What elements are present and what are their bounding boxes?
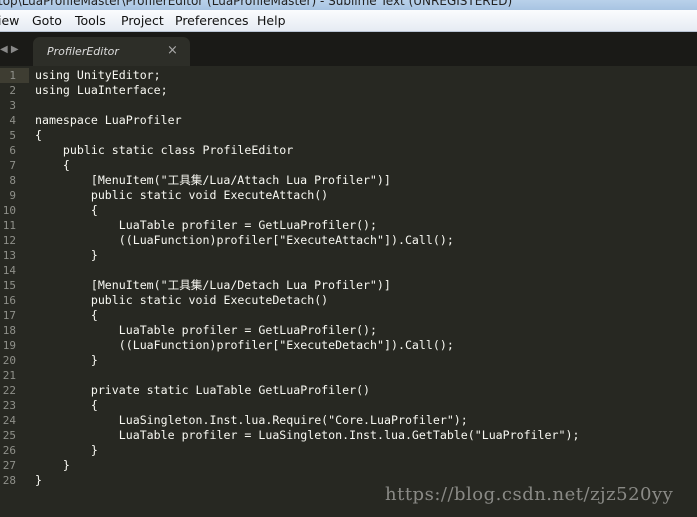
code-line[interactable]: { — [35, 203, 98, 218]
code-line[interactable]: { — [35, 308, 98, 323]
line-number: 15 — [2, 279, 16, 292]
line-number: 14 — [2, 264, 16, 277]
menu-bar: iew Goto Tools Project Preferences Help — [0, 10, 697, 32]
code-line[interactable]: public static void ExecuteDetach() — [35, 293, 328, 308]
watermark: https://blog.csdn.net/zjz520yy — [385, 484, 674, 505]
line-number: 27 — [2, 459, 16, 472]
line-number: 23 — [2, 399, 16, 412]
code-line[interactable]: LuaTable profiler = LuaSingleton.Inst.lu… — [35, 428, 580, 443]
code-line[interactable]: private static LuaTable GetLuaProfiler() — [35, 383, 370, 398]
menu-tools[interactable]: Tools — [75, 13, 106, 28]
code-line[interactable]: LuaSingleton.Inst.lua.Require("Core.LuaP… — [35, 413, 468, 428]
code-line[interactable]: } — [35, 443, 98, 458]
line-number: 10 — [2, 204, 16, 217]
code-line[interactable]: [MenuItem("工具集/Lua/Attach Lua Profiler")… — [35, 173, 391, 188]
line-number: 5 — [9, 129, 16, 142]
line-number: 6 — [9, 144, 16, 157]
line-number: 3 — [9, 99, 16, 112]
code-line[interactable]: LuaTable profiler = GetLuaProfiler(); — [35, 218, 377, 233]
menu-preferences[interactable]: Preferences — [175, 13, 249, 28]
code-line[interactable]: public static void ExecuteAttach() — [35, 188, 328, 203]
line-number: 9 — [9, 189, 16, 202]
line-number: 22 — [2, 384, 16, 397]
line-number: 21 — [2, 369, 16, 382]
menu-help[interactable]: Help — [257, 13, 286, 28]
tab-profilereditor[interactable]: ProfilerEditor × — [33, 37, 190, 66]
line-number: 19 — [2, 339, 16, 352]
tab-label: ProfilerEditor — [47, 45, 119, 58]
code-line[interactable]: } — [35, 458, 70, 473]
line-number: 11 — [2, 219, 16, 232]
code-line[interactable]: } — [35, 248, 98, 263]
line-number: 18 — [2, 324, 16, 337]
code-line[interactable]: } — [35, 353, 98, 368]
code-line[interactable]: { — [35, 398, 98, 413]
code-line[interactable]: } — [35, 473, 42, 488]
line-number-gutter: 1 2 3 4 5 6 7 8 9 10 11 12 13 14 15 16 17 18 19 20 21 22 23 24 2… — [0, 66, 29, 517]
code-line[interactable]: [MenuItem("工具集/Lua/Detach Lua Profiler")… — [35, 278, 391, 293]
code-line[interactable]: public static class ProfileEditor — [35, 143, 293, 158]
code-line[interactable]: namespace LuaProfiler — [35, 113, 182, 128]
line-number: 25 — [2, 429, 16, 442]
title-bar: top\LuaProfileMaster\ProfilerEditor (Lua… — [0, 0, 697, 10]
line-number: 17 — [2, 309, 16, 322]
line-number: 8 — [9, 174, 16, 187]
code-line[interactable]: ((LuaFunction)profiler["ExecuteAttach"])… — [35, 233, 454, 248]
tab-bar: ◀ ▶ ProfilerEditor × — [0, 32, 697, 66]
code-line[interactable]: using UnityEditor; — [35, 68, 161, 83]
line-number: 12 — [2, 234, 16, 247]
menu-goto[interactable]: Goto — [32, 13, 62, 28]
line-number: 2 — [9, 84, 16, 97]
line-number: 4 — [9, 114, 16, 127]
line-number: 26 — [2, 444, 16, 457]
line-number: 28 — [2, 474, 16, 487]
line-number: 13 — [2, 249, 16, 262]
line-number: 24 — [2, 414, 16, 427]
line-number: 7 — [9, 159, 16, 172]
line-number: 1 — [0, 68, 29, 83]
code-line[interactable]: ((LuaFunction)profiler["ExecuteDetach"])… — [35, 338, 454, 353]
close-icon[interactable]: × — [167, 43, 178, 58]
tab-nav-arrows-icon[interactable]: ◀ ▶ — [0, 44, 19, 55]
code-line[interactable]: LuaTable profiler = GetLuaProfiler(); — [35, 323, 377, 338]
line-number: 20 — [2, 354, 16, 367]
line-number: 16 — [2, 294, 16, 307]
code-line[interactable]: { — [35, 128, 42, 143]
code-line[interactable]: using LuaInterface; — [35, 83, 168, 98]
window-title: top\LuaProfileMaster\ProfilerEditor (Lua… — [0, 0, 513, 8]
menu-project[interactable]: Project — [121, 13, 164, 28]
code-line[interactable]: { — [35, 158, 70, 173]
menu-view[interactable]: iew — [0, 13, 19, 28]
